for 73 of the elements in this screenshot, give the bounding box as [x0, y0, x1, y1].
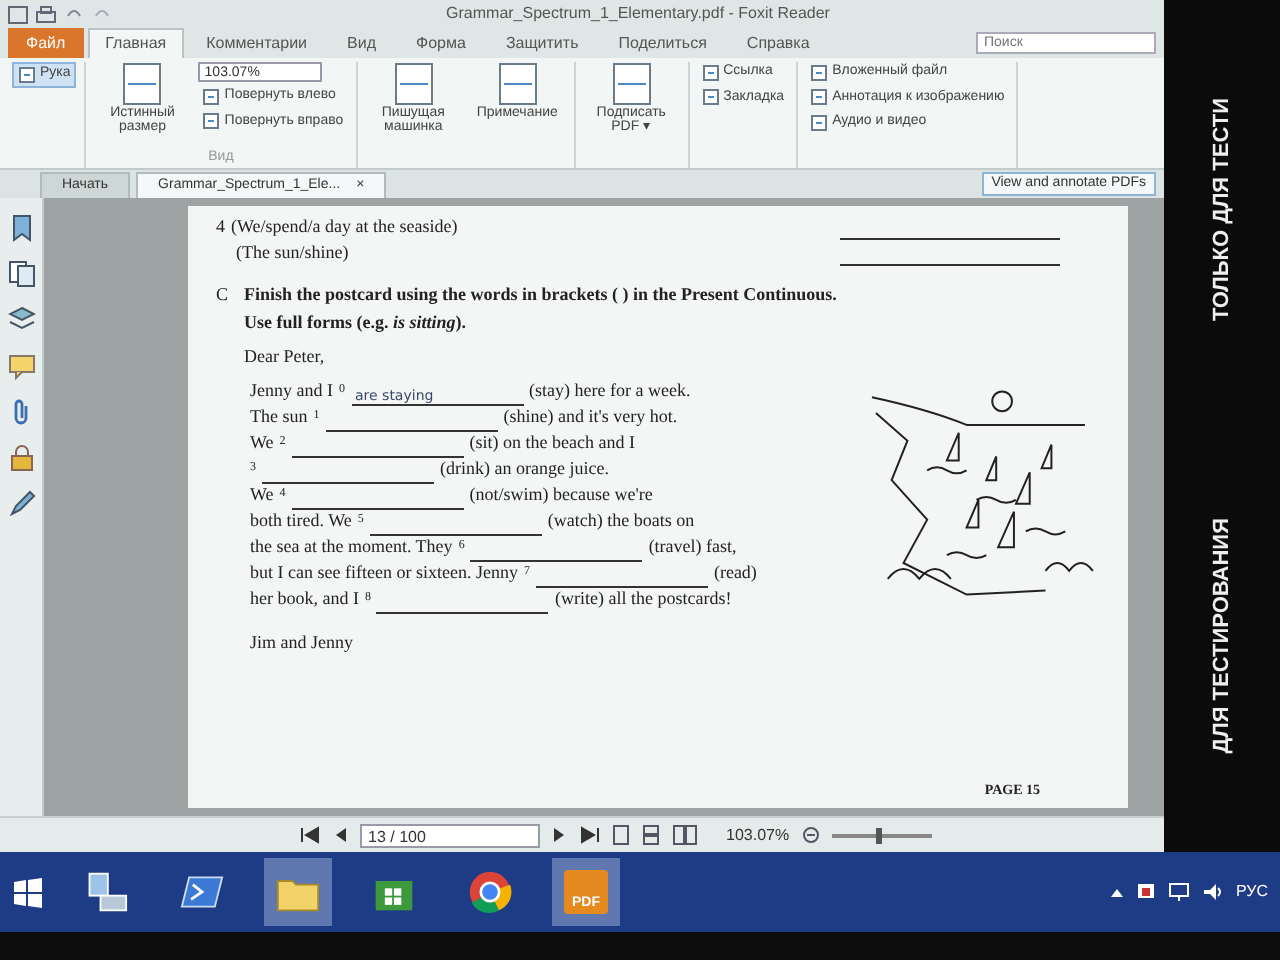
page-icon: [701, 63, 720, 82]
page-icon: [202, 112, 221, 131]
postcard-text: (write) all the postcards!: [554, 586, 732, 612]
page-icon: [701, 88, 720, 107]
exercise-instruction: Finish the postcard using the words in brackets ( ) in the Present Continuous.: [244, 282, 837, 308]
exercise-note: Use full forms (e.g. is sitting).: [244, 309, 469, 336]
postcard-text: (stay) here for a week.: [529, 378, 691, 404]
comment-icon[interactable]: [7, 352, 35, 380]
page-number-field[interactable]: 13 / 100: [360, 823, 540, 847]
prompt-text: (We/spend/a day at the seaside): [231, 213, 458, 240]
item-number: 4: [216, 213, 225, 239]
zoom-level: 103.07%: [726, 823, 790, 847]
save-icon[interactable]: [8, 5, 28, 23]
postcard-text: The sun: [250, 404, 308, 430]
window-title: Grammar_Spectrum_1_Elementary.pdf - Foxit Reader: [444, 2, 832, 26]
slider-thumb[interactable]: [876, 827, 883, 843]
start-button[interactable]: [12, 876, 44, 908]
two-pages-icon[interactable]: [672, 824, 698, 846]
previous-page-icon[interactable]: [332, 826, 348, 844]
last-page-icon[interactable]: [580, 826, 600, 844]
printer-icon[interactable]: [36, 5, 56, 23]
postcard-text: but I can see fifteen or sixteen. Jenny: [250, 560, 518, 586]
ribbon-tab[interactable]: Форма: [398, 28, 484, 58]
greeting-text: Dear Peter,: [244, 344, 327, 370]
postcard-text: (sit) on the beach and I: [469, 430, 635, 456]
postcard-text: We: [250, 482, 274, 508]
ribbon-tab[interactable]: Комментарии: [188, 28, 326, 58]
page-icon: [497, 62, 538, 106]
server-icon: [84, 868, 128, 916]
zoom-out-icon[interactable]: [801, 826, 820, 844]
overlay-text: ТОЛЬКО ДЛЯ ТЕСТИ: [1207, 98, 1236, 322]
ribbon-tab[interactable]: Поделиться: [600, 28, 725, 58]
postcard-text: (read): [713, 560, 757, 586]
lock-icon[interactable]: [7, 444, 35, 472]
browser-icon: [468, 868, 512, 916]
layers-icon[interactable]: [7, 306, 35, 334]
postcard-text: Jenny and I: [250, 378, 333, 404]
flag-icon[interactable]: [1135, 882, 1156, 902]
postcard-text: (not/swim) because we're: [469, 482, 653, 508]
page-icon: [18, 65, 36, 84]
up-arrow-icon[interactable]: [1109, 887, 1124, 897]
bookmark-icon[interactable]: [7, 214, 35, 242]
page-icon: [393, 62, 434, 106]
postcard-text: (watch) the boats on: [547, 508, 695, 534]
first-page-icon[interactable]: [300, 826, 320, 844]
ribbon-tab[interactable]: Защитить: [487, 28, 597, 58]
signature-text: Jim and Jenny: [248, 629, 355, 656]
keyboard-language[interactable]: РУС: [1235, 880, 1268, 904]
postcard-text: her book, and I: [250, 586, 359, 612]
postcard-text: We: [250, 430, 274, 456]
exercise-letter: C: [216, 282, 229, 308]
single-page-icon[interactable]: [612, 824, 630, 846]
ribbon-tab[interactable]: Вид: [329, 28, 394, 58]
postcard-text: (shine) and it's very hot.: [503, 404, 678, 430]
speaker-icon[interactable]: [1201, 882, 1224, 902]
postcard-text: (travel) fast,: [648, 534, 737, 560]
next-page-icon[interactable]: [552, 826, 568, 844]
page-icon: [810, 113, 829, 132]
postcard-text: both tired. We: [250, 508, 352, 534]
page-icon: [202, 87, 221, 106]
ribbon-tab[interactable]: Главная: [87, 28, 185, 58]
page-icon: [122, 62, 163, 106]
overlay-text: ДЛЯ ТЕСТИРОВАНИЯ: [1207, 518, 1236, 754]
pages-icon[interactable]: [7, 260, 35, 288]
prompt-text: (The sun/shine): [236, 239, 349, 266]
page-icon: [611, 62, 652, 106]
postcard-text: (drink) an orange juice.: [440, 456, 609, 482]
pen-icon[interactable]: [7, 490, 35, 518]
postcard-text: the sea at the moment. They: [250, 534, 453, 560]
page-icon: [810, 63, 829, 82]
ribbon-tab[interactable]: Справка: [728, 28, 828, 58]
continuous-page-icon[interactable]: [642, 824, 660, 846]
page-icon: [810, 88, 829, 107]
